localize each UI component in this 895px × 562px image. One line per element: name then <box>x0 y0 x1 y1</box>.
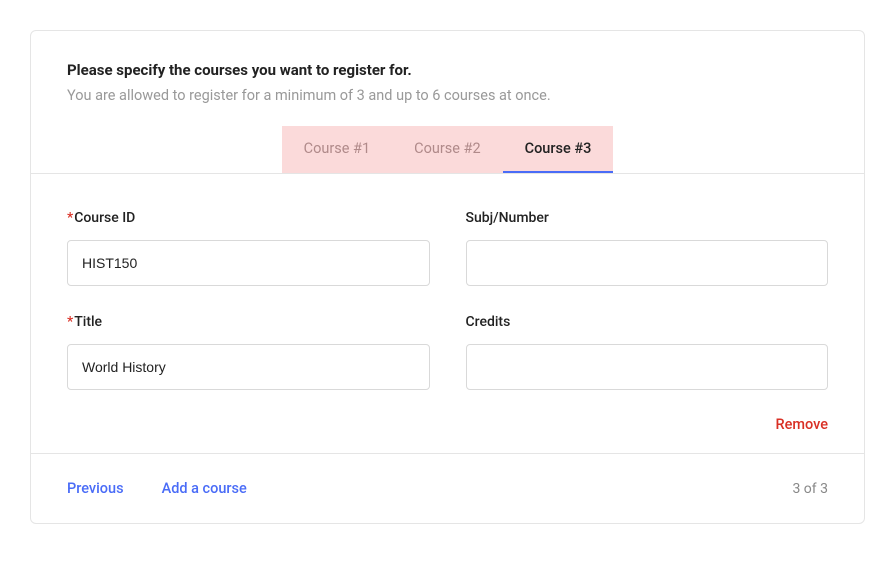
label-title-text: Title <box>74 314 102 330</box>
registration-card: Please specify the courses you want to r… <box>30 30 865 524</box>
remove-row: Remove <box>67 416 828 433</box>
input-subj-number[interactable] <box>466 240 829 286</box>
label-course-id: *Course ID <box>67 210 430 226</box>
card-footer: Previous Add a course 3 of 3 <box>31 453 864 523</box>
field-credits: Credits <box>466 314 829 390</box>
label-subj-number: Subj/Number <box>466 210 829 226</box>
required-asterisk: * <box>67 314 73 330</box>
tabs: Course #1 Course #2 Course #3 <box>67 126 828 173</box>
footer-left: Previous Add a course <box>67 480 247 497</box>
input-course-id[interactable] <box>67 240 430 286</box>
card-header: Please specify the courses you want to r… <box>31 31 864 173</box>
label-course-id-text: Course ID <box>74 210 135 226</box>
field-subj-number: Subj/Number <box>466 210 829 286</box>
previous-button[interactable]: Previous <box>67 480 124 497</box>
required-asterisk: * <box>67 210 73 226</box>
label-title: *Title <box>67 314 430 330</box>
input-title[interactable] <box>67 344 430 390</box>
page-heading: Please specify the courses you want to r… <box>67 61 828 79</box>
card-body: *Course ID Subj/Number *Title Credits Re… <box>31 173 864 453</box>
tab-course-3[interactable]: Course #3 <box>503 126 614 173</box>
tab-course-2[interactable]: Course #2 <box>392 126 502 173</box>
footer-count: 3 of 3 <box>792 481 828 497</box>
field-course-id: *Course ID <box>67 210 430 286</box>
page-subheading: You are allowed to register for a minimu… <box>67 87 828 104</box>
tab-course-1[interactable]: Course #1 <box>282 126 392 173</box>
add-course-button[interactable]: Add a course <box>162 480 247 497</box>
field-title: *Title <box>67 314 430 390</box>
form-grid: *Course ID Subj/Number *Title Credits <box>67 210 828 390</box>
input-credits[interactable] <box>466 344 829 390</box>
label-credits: Credits <box>466 314 829 330</box>
remove-button[interactable]: Remove <box>775 416 828 433</box>
